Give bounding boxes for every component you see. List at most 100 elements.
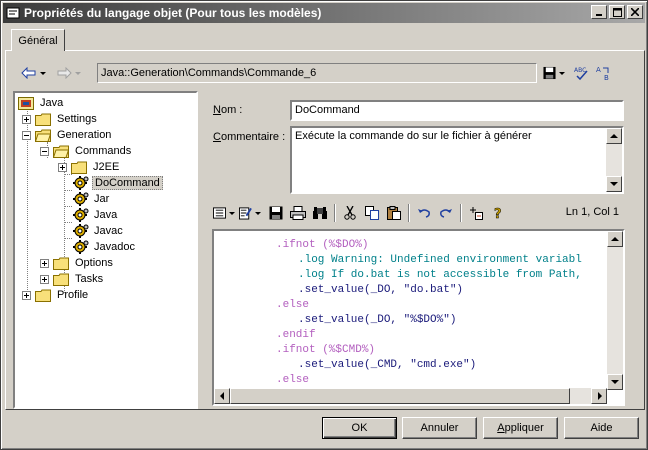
save-button[interactable] <box>265 203 287 223</box>
tree-item-label: Javac <box>94 225 123 237</box>
properties-dialog: Propriétés du langage objet (Pour tous l… <box>0 0 648 450</box>
minimize-button[interactable] <box>591 5 607 19</box>
tree-item-j2ee[interactable]: J2EE <box>58 159 121 175</box>
code-line: .set_value(_CMD, "cmd.exe") <box>298 359 477 371</box>
app-icon <box>6 7 20 19</box>
forward-dropdown-icon <box>75 71 81 75</box>
tree-item-generation[interactable]: Generation <box>22 127 113 143</box>
tree-item-label: Tasks <box>75 273 104 285</box>
tree-item-label: Profile <box>57 289 89 301</box>
ok-button[interactable]: OK <box>322 417 397 439</box>
tree-item-docommand[interactable]: DoCommand <box>73 175 163 191</box>
scroll-up-button[interactable] <box>606 128 622 144</box>
gear-icon <box>73 176 89 190</box>
code-line: .set_value(_DO, "do.bat") <box>298 284 464 296</box>
sort-button[interactable]: A B <box>593 63 615 83</box>
code-line: .ifnot (%$DO%) <box>276 239 369 251</box>
scroll-right-icon <box>597 392 602 400</box>
svg-text:B: B <box>604 74 609 81</box>
list-dropdown-icon <box>229 211 235 215</box>
expand-icon[interactable] <box>58 162 67 172</box>
tree-item-jar[interactable]: Jar <box>73 191 111 207</box>
code-line: .set_value(_DO, "%$DO%") <box>298 314 457 326</box>
back-button[interactable] <box>19 63 48 83</box>
toolbar-separator <box>408 204 410 222</box>
cancel-button[interactable]: Annuler <box>402 417 477 439</box>
pane-splitter[interactable] <box>199 91 203 409</box>
scroll-thumb[interactable] <box>230 388 570 404</box>
apply-button[interactable]: Appliquer <box>483 417 558 439</box>
insert-variable-button[interactable] <box>465 203 487 223</box>
list-menu-button[interactable] <box>213 203 235 223</box>
folder-open-icon <box>53 145 69 158</box>
code-line: .ifnot (%$CMD%) <box>276 344 376 356</box>
cut-button[interactable] <box>339 203 361 223</box>
help-dialog-button[interactable]: Aide <box>564 417 639 439</box>
redo-icon <box>440 209 452 218</box>
paste-icon <box>387 206 401 220</box>
tab-general-label: Général <box>18 34 58 47</box>
tree-item-java[interactable]: Java <box>73 207 119 223</box>
gear-icon <box>73 192 89 206</box>
expand-icon[interactable] <box>40 274 49 284</box>
title-bar[interactable]: Propriétés du langage objet (Pour tous l… <box>3 3 645 23</box>
comment-scrollbar[interactable] <box>606 128 622 192</box>
tree-item-commands[interactable]: Commands <box>40 143 133 159</box>
help-button[interactable]: ? <box>487 203 509 223</box>
gear-icon <box>73 224 89 238</box>
object-tree[interactable]: Java Settings Generation Commands J2EE D… <box>13 91 198 409</box>
redo-button[interactable] <box>435 203 457 223</box>
comment-textarea[interactable]: Exécute la commande do sur le fichier à … <box>290 126 624 194</box>
toolbar-separator <box>334 204 336 222</box>
tab-general[interactable]: Général <box>11 29 65 51</box>
name-input[interactable]: DoCommand <box>290 100 624 121</box>
tree-item-javadoc[interactable]: Javadoc <box>73 239 137 255</box>
copy-icon <box>365 206 379 220</box>
maximize-button[interactable] <box>609 5 625 19</box>
tree-item-options[interactable]: Options <box>40 255 115 271</box>
spell-check-button[interactable]: ABC <box>571 63 593 83</box>
expand-icon[interactable] <box>22 290 31 300</box>
tree-item-settings[interactable]: Settings <box>22 111 99 127</box>
binoculars-icon <box>313 207 327 219</box>
edit-menu-button[interactable] <box>239 203 261 223</box>
cancel-button-label: Annuler <box>420 422 459 434</box>
language-icon <box>18 96 34 110</box>
list-icon <box>213 207 226 219</box>
scroll-up-icon <box>611 237 619 241</box>
code-line: .endif <box>276 329 316 341</box>
collapse-icon[interactable] <box>40 146 49 156</box>
paste-button[interactable] <box>383 203 405 223</box>
save-menu-button[interactable] <box>543 63 565 83</box>
scroll-left-button[interactable] <box>214 388 230 404</box>
scroll-down-button[interactable] <box>607 374 623 390</box>
tree-item-profile[interactable]: Profile <box>22 287 90 303</box>
code-horizontal-scrollbar[interactable] <box>214 388 607 404</box>
tree-item-label: J2EE <box>93 161 120 173</box>
scroll-right-button[interactable] <box>591 388 607 404</box>
forward-button[interactable] <box>54 63 83 83</box>
find-button[interactable] <box>309 203 331 223</box>
tree-item-java-root[interactable]: Java <box>18 95 65 111</box>
tree-item-javac[interactable]: Javac <box>73 223 125 239</box>
tree-item-label: Generation <box>57 129 112 141</box>
expand-icon[interactable] <box>22 114 31 124</box>
copy-button[interactable] <box>361 203 383 223</box>
undo-button[interactable] <box>413 203 435 223</box>
expand-icon[interactable] <box>40 258 49 268</box>
tree-item-tasks[interactable]: Tasks <box>40 271 105 287</box>
folder-icon <box>35 289 51 302</box>
close-button[interactable] <box>627 5 643 19</box>
scroll-down-icon <box>611 380 619 384</box>
print-button[interactable] <box>287 203 309 223</box>
scroll-up-icon <box>610 134 618 138</box>
svg-text:?: ? <box>494 207 502 220</box>
scroll-up-button[interactable] <box>607 231 623 247</box>
code-line: .log If do.bat is not accessible from Pa… <box>298 269 582 281</box>
scroll-down-button[interactable] <box>606 176 622 192</box>
code-editor[interactable]: .ifnot (%$DO%) .log Warning: Undefined e… <box>212 229 625 406</box>
insert-variable-icon <box>470 207 483 220</box>
navigation-toolbar: Java::Generation\Commands\Commande_6 ABC… <box>19 61 635 85</box>
code-vertical-scrollbar[interactable] <box>607 231 623 390</box>
collapse-icon[interactable] <box>22 130 31 140</box>
